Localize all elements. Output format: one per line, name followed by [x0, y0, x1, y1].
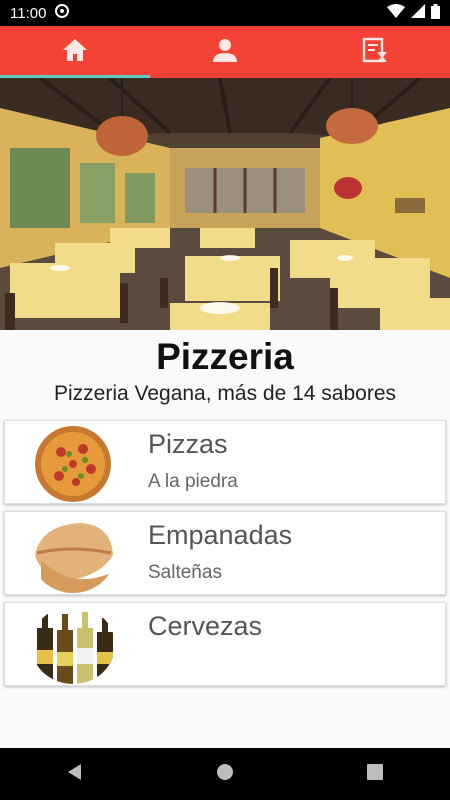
status-bar: 11:00	[0, 0, 450, 26]
battery-icon	[431, 3, 440, 23]
empanada-image	[31, 515, 115, 593]
signal-icon	[411, 4, 425, 22]
menu-item-description: Salteñas	[148, 562, 222, 583]
pizza-image	[31, 424, 115, 502]
tab-profile[interactable]	[150, 26, 300, 78]
menu-item-name: Pizzas	[148, 429, 228, 459]
home-circle-icon[interactable]	[216, 763, 234, 786]
menu-item-name: Empanadas	[148, 520, 293, 550]
menu-card-empanadas[interactable]: Empanadas Salteñas	[4, 511, 446, 595]
menu-item-name: Cervezas	[148, 611, 263, 641]
recents-icon[interactable]	[366, 763, 384, 786]
tab-home[interactable]	[0, 26, 150, 78]
wifi-icon	[387, 4, 405, 22]
restaurant-name: Pizzeria	[156, 336, 294, 377]
person-icon	[211, 36, 239, 69]
back-icon[interactable]	[66, 763, 84, 786]
beer-bottles-image	[31, 606, 115, 684]
menu-card-cervezas[interactable]: Cervezas	[4, 602, 446, 686]
menu-item-description: A la piedra	[148, 471, 238, 492]
system-nav-bar	[0, 748, 450, 800]
home-icon	[61, 37, 89, 68]
tab-menu[interactable]	[300, 26, 450, 78]
restaurant-hero-image	[0, 78, 450, 330]
restaurant-description: Pizzeria Vegana, más de 14 sabores	[53, 382, 397, 405]
menu-card-pizzas[interactable]: Pizzas A la piedra	[4, 420, 446, 504]
status-time: 11:00	[10, 4, 47, 22]
top-tab-bar	[0, 26, 450, 78]
vpn-key-icon	[54, 3, 70, 23]
menu-list-icon	[361, 36, 389, 69]
